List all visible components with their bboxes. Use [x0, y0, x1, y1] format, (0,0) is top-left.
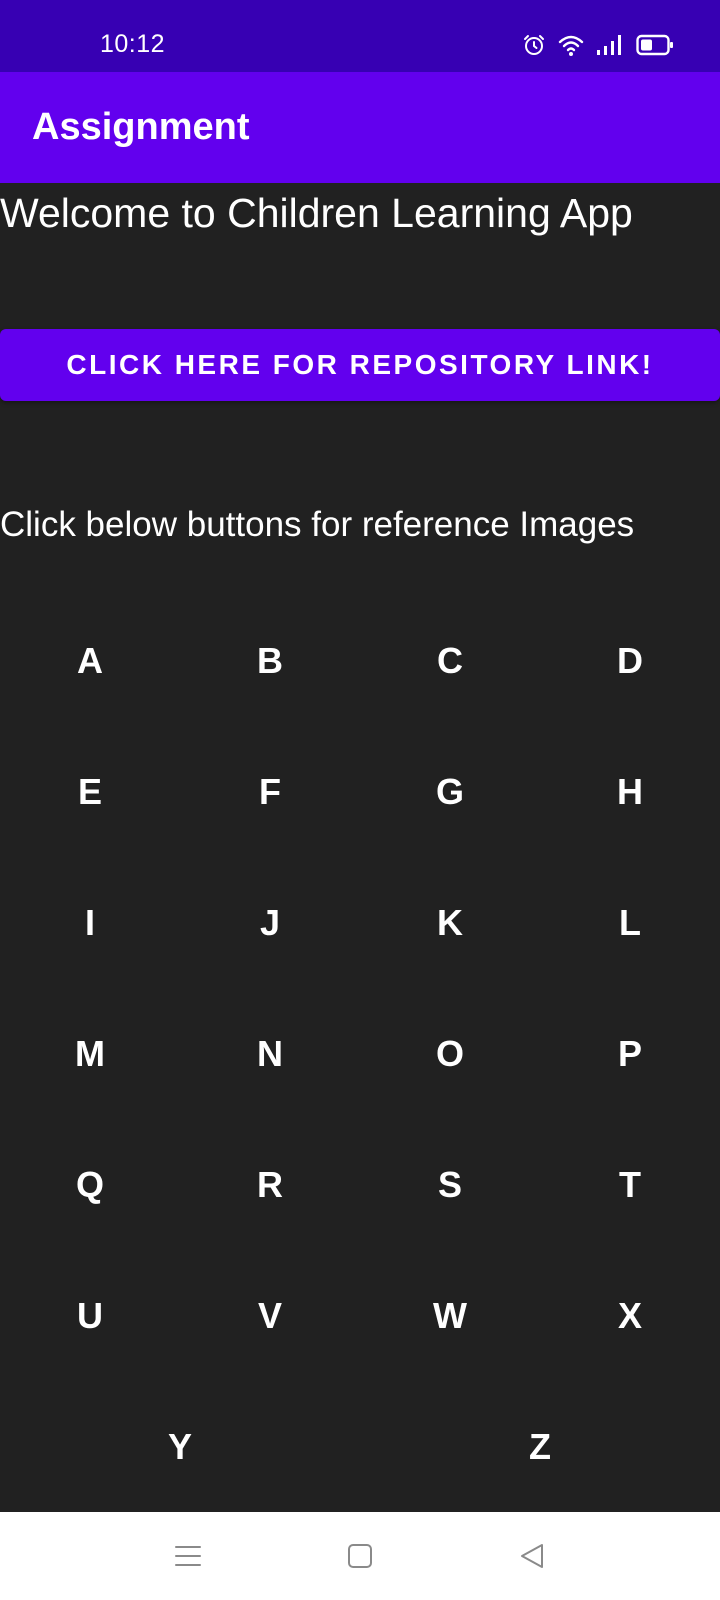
letter-button-t[interactable]: T	[540, 1119, 720, 1250]
letter-button-o[interactable]: O	[360, 988, 540, 1119]
app-screen: 10:12 Assignment Welcome to Children Lea…	[0, 0, 720, 1600]
navigation-bar	[0, 1512, 720, 1600]
letter-button-v[interactable]: V	[180, 1250, 360, 1381]
instruction-text: Click below buttons for reference Images	[0, 505, 635, 544]
letter-button-n[interactable]: N	[180, 988, 360, 1119]
letter-button-g[interactable]: G	[360, 726, 540, 857]
letter-button-f[interactable]: F	[180, 726, 360, 857]
wifi-icon	[558, 33, 584, 57]
battery-icon	[636, 34, 674, 56]
app-title: Assignment	[32, 106, 250, 148]
repository-link-button[interactable]: CLICK HERE FOR REPOSITORY LINK!	[0, 329, 720, 401]
signal-icon	[596, 34, 624, 56]
letter-button-w[interactable]: W	[360, 1250, 540, 1381]
app-bar: Assignment	[0, 72, 720, 183]
welcome-text: Welcome to Children Learning App	[0, 190, 633, 236]
status-icons	[522, 30, 674, 60]
letter-button-u[interactable]: U	[0, 1250, 180, 1381]
alarm-icon	[522, 33, 546, 57]
letter-button-j[interactable]: J	[180, 857, 360, 988]
back-icon[interactable]	[508, 1532, 556, 1580]
letter-button-m[interactable]: M	[0, 988, 180, 1119]
letter-grid: A B C D E F G H I J K L M N O P Q R S T …	[0, 595, 720, 1381]
letter-button-q[interactable]: Q	[0, 1119, 180, 1250]
letter-button-z[interactable]: Z	[360, 1381, 720, 1512]
letter-button-r[interactable]: R	[180, 1119, 360, 1250]
letter-button-k[interactable]: K	[360, 857, 540, 988]
status-bar: 10:12	[0, 0, 720, 72]
letter-button-b[interactable]: B	[180, 595, 360, 726]
letter-button-d[interactable]: D	[540, 595, 720, 726]
letter-button-c[interactable]: C	[360, 595, 540, 726]
status-time: 10:12	[100, 30, 166, 58]
letter-button-i[interactable]: I	[0, 857, 180, 988]
letter-grid-last-row: Y Z	[0, 1381, 720, 1512]
letter-button-y[interactable]: Y	[0, 1381, 360, 1512]
letter-button-e[interactable]: E	[0, 726, 180, 857]
menu-icon[interactable]	[164, 1532, 212, 1580]
letter-button-p[interactable]: P	[540, 988, 720, 1119]
home-icon[interactable]	[336, 1532, 384, 1580]
letter-button-a[interactable]: A	[0, 595, 180, 726]
letter-button-s[interactable]: S	[360, 1119, 540, 1250]
letter-button-l[interactable]: L	[540, 857, 720, 988]
letter-button-h[interactable]: H	[540, 726, 720, 857]
letter-button-x[interactable]: X	[540, 1250, 720, 1381]
